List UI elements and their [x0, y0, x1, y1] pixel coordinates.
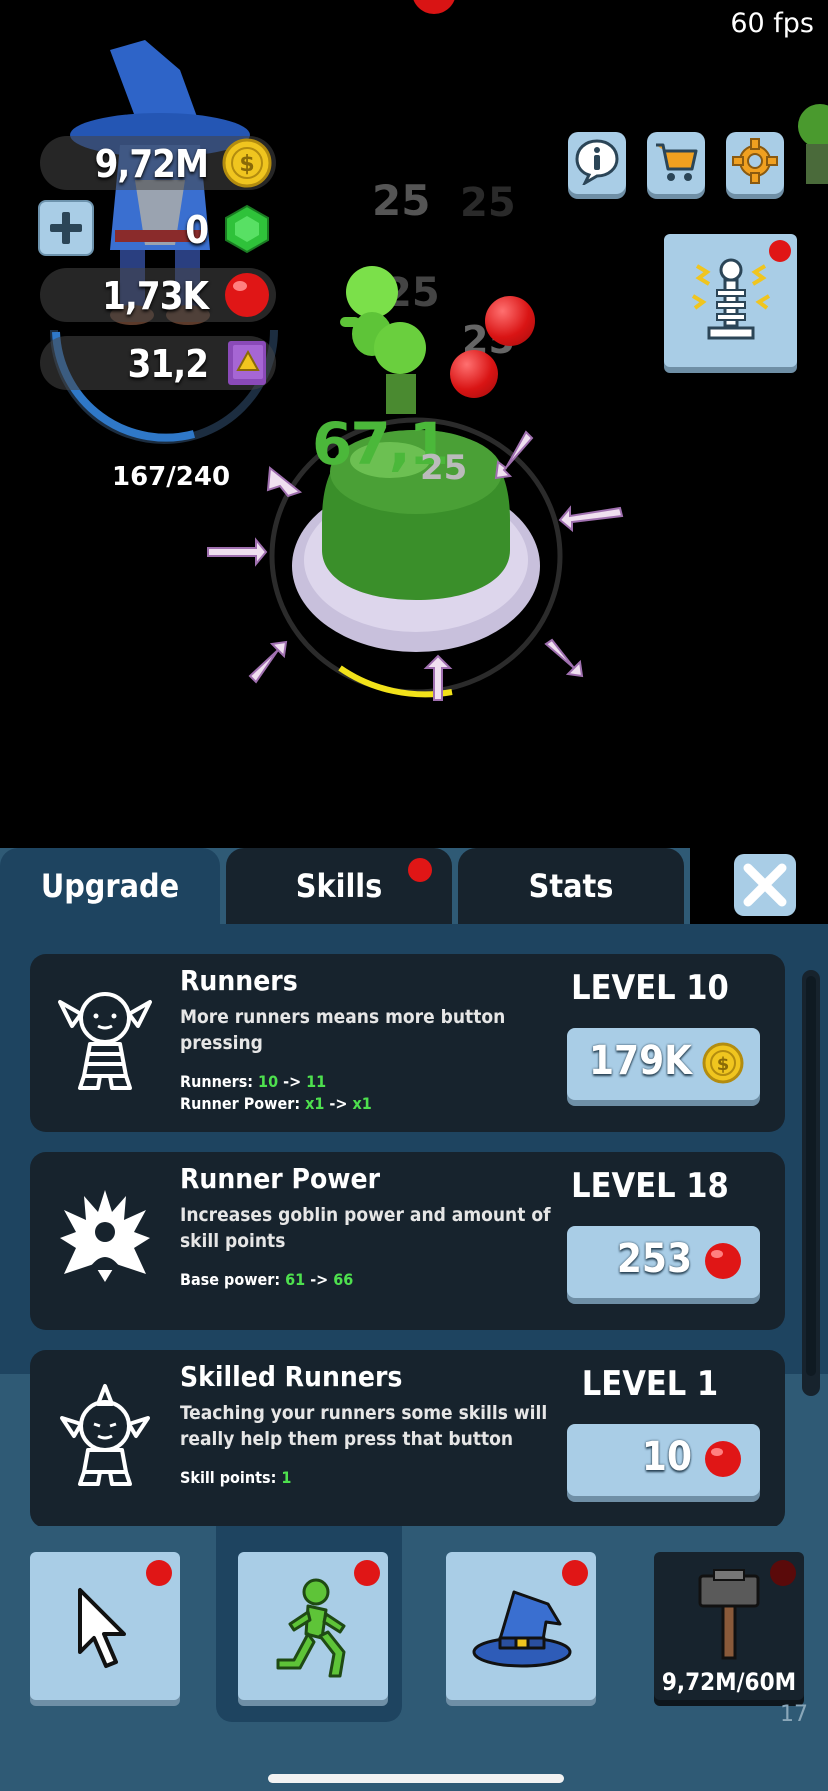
goblin-mohawk-icon [60, 1384, 150, 1486]
gear-icon [732, 138, 778, 184]
floating-number: 25 [420, 448, 468, 488]
upgrade-description: More runners means more button pressing [180, 1006, 506, 1054]
orb [485, 296, 535, 346]
upgrade-level: LEVEL 1 [581, 1364, 719, 1404]
fps-counter: 60 fps [730, 8, 814, 39]
upgrade-level: LEVEL 18 [571, 1166, 729, 1206]
power-aura-icon [60, 1190, 150, 1282]
orb-icon [225, 273, 269, 317]
settings-button[interactable] [726, 132, 784, 194]
svg-text:$: $ [239, 152, 254, 177]
floating-number: 25 [460, 180, 516, 226]
goblin-icon [58, 992, 152, 1090]
orb-icon [705, 1441, 741, 1477]
orb [412, 0, 456, 14]
close-icon [743, 863, 787, 907]
upgrade-title: Runner Power [180, 1162, 381, 1195]
close-button[interactable] [734, 854, 796, 916]
cart-icon [656, 143, 698, 181]
info-icon [575, 139, 619, 185]
coins-value: 9,72M [94, 142, 209, 186]
stat-label: Base power: [180, 1270, 286, 1289]
cursor-icon [78, 1588, 126, 1668]
nav-hammer-button[interactable]: 9,72M/60M [654, 1552, 804, 1700]
svg-text:$: $ [717, 1054, 730, 1075]
upgrade-stat: Base power: 61 -> 66 [180, 1270, 353, 1289]
tesla-coil-icon [691, 258, 771, 340]
upgrade-list[interactable]: Runners More runners means more button p… [0, 924, 828, 1528]
tab-skills[interactable]: Skills [226, 848, 452, 924]
hammer-icon [698, 1569, 760, 1660]
upgrade-title: Skilled Runners [180, 1360, 403, 1393]
stat-arrow: -> [305, 1270, 334, 1289]
coin-icon: $ [702, 1042, 744, 1084]
upgrade-stat: Runner Power: x1 -> x1 [180, 1094, 372, 1113]
stat-label: Skill points: [180, 1468, 282, 1487]
scrollbar-thumb[interactable] [806, 976, 816, 1376]
upgrade-card-skilled-runners: Skilled Runners Teaching your runners so… [30, 1350, 785, 1528]
stat-to: 11 [306, 1072, 327, 1091]
nav-cursor-button[interactable] [30, 1552, 180, 1700]
upgrade-cost: 253 [616, 1236, 692, 1282]
tab-label: Skills [295, 867, 383, 905]
upgrade-stat: Skill points: 1 [180, 1468, 291, 1487]
nav-runner-button[interactable] [238, 1552, 388, 1700]
gems-value: 0 [185, 208, 209, 252]
upgrade-card-runner-power: Runner Power Increases goblin power and … [30, 1152, 785, 1330]
upgrade-level: LEVEL 10 [571, 968, 729, 1008]
orbs-value: 1,73K [102, 274, 209, 318]
stat-arrow: -> [324, 1094, 353, 1113]
goblin-runner [798, 104, 828, 184]
tab-upgrade[interactable]: Upgrade [0, 848, 220, 924]
upgrade-cost: 179K [588, 1038, 692, 1084]
upgrade-description: Increases goblin power and amount of ski… [180, 1204, 551, 1252]
tab-label: Upgrade [40, 867, 180, 905]
goblin-runner [340, 266, 426, 414]
notification-dot [770, 1560, 796, 1586]
notification-dot [146, 1560, 172, 1586]
runner-icon [276, 1578, 346, 1678]
orbs-row: 1,73K [40, 268, 276, 322]
page-number: 17 [780, 1702, 808, 1727]
bottom-nav: 9,72M/60M 17 [0, 1526, 828, 1791]
stat-label: Runner Power: [180, 1094, 306, 1113]
buy-runners-button[interactable]: 179K $ [567, 1028, 760, 1100]
upgrade-stat: Runners: 10 -> 11 [180, 1072, 326, 1091]
upgrade-card-runners: Runners More runners means more button p… [30, 954, 785, 1132]
coins-row: 9,72M $ [40, 136, 276, 190]
plus-icon [50, 212, 82, 244]
stat-from: 1 [281, 1468, 292, 1487]
home-indicator[interactable] [268, 1774, 564, 1783]
orb [450, 350, 498, 398]
hammer-progress: 9,72M/60M [661, 1668, 797, 1696]
scrollbar[interactable] [802, 970, 820, 1396]
upgrade-title: Runners [180, 964, 298, 997]
tab-label: Stats [528, 867, 614, 905]
upgrade-description: Teaching your runners some skills will r… [180, 1402, 548, 1450]
stat-from: 61 [285, 1270, 306, 1289]
coin-icon: $ [222, 138, 272, 188]
gem-icon [225, 204, 269, 254]
buy-runner-power-button[interactable]: 253 [567, 1226, 760, 1298]
orb-icon [705, 1243, 741, 1279]
stat-label: Runners: [180, 1072, 259, 1091]
stat-from: x1 [305, 1094, 325, 1113]
stat-from: 10 [258, 1072, 279, 1091]
wizard-hat-icon [472, 1590, 572, 1668]
add-gems-button[interactable] [38, 200, 94, 256]
tab-stats[interactable]: Stats [458, 848, 684, 924]
stat-to: 66 [333, 1270, 354, 1289]
floating-number: 25 [372, 176, 431, 225]
nav-wizard-button[interactable] [446, 1552, 596, 1700]
shop-button[interactable] [647, 132, 705, 194]
upgrade-cost: 10 [641, 1434, 692, 1480]
buy-skilled-runners-button[interactable]: 10 [567, 1424, 760, 1496]
stat-to: x1 [352, 1094, 372, 1113]
game-viewport[interactable]: 60 fps 9,72M $ 0 1,73K 31,2 167/240 25 2… [0, 0, 828, 850]
info-button[interactable] [568, 132, 626, 194]
stat-arrow: -> [278, 1072, 307, 1091]
boost-button[interactable] [664, 234, 797, 367]
notification-dot [408, 858, 432, 882]
